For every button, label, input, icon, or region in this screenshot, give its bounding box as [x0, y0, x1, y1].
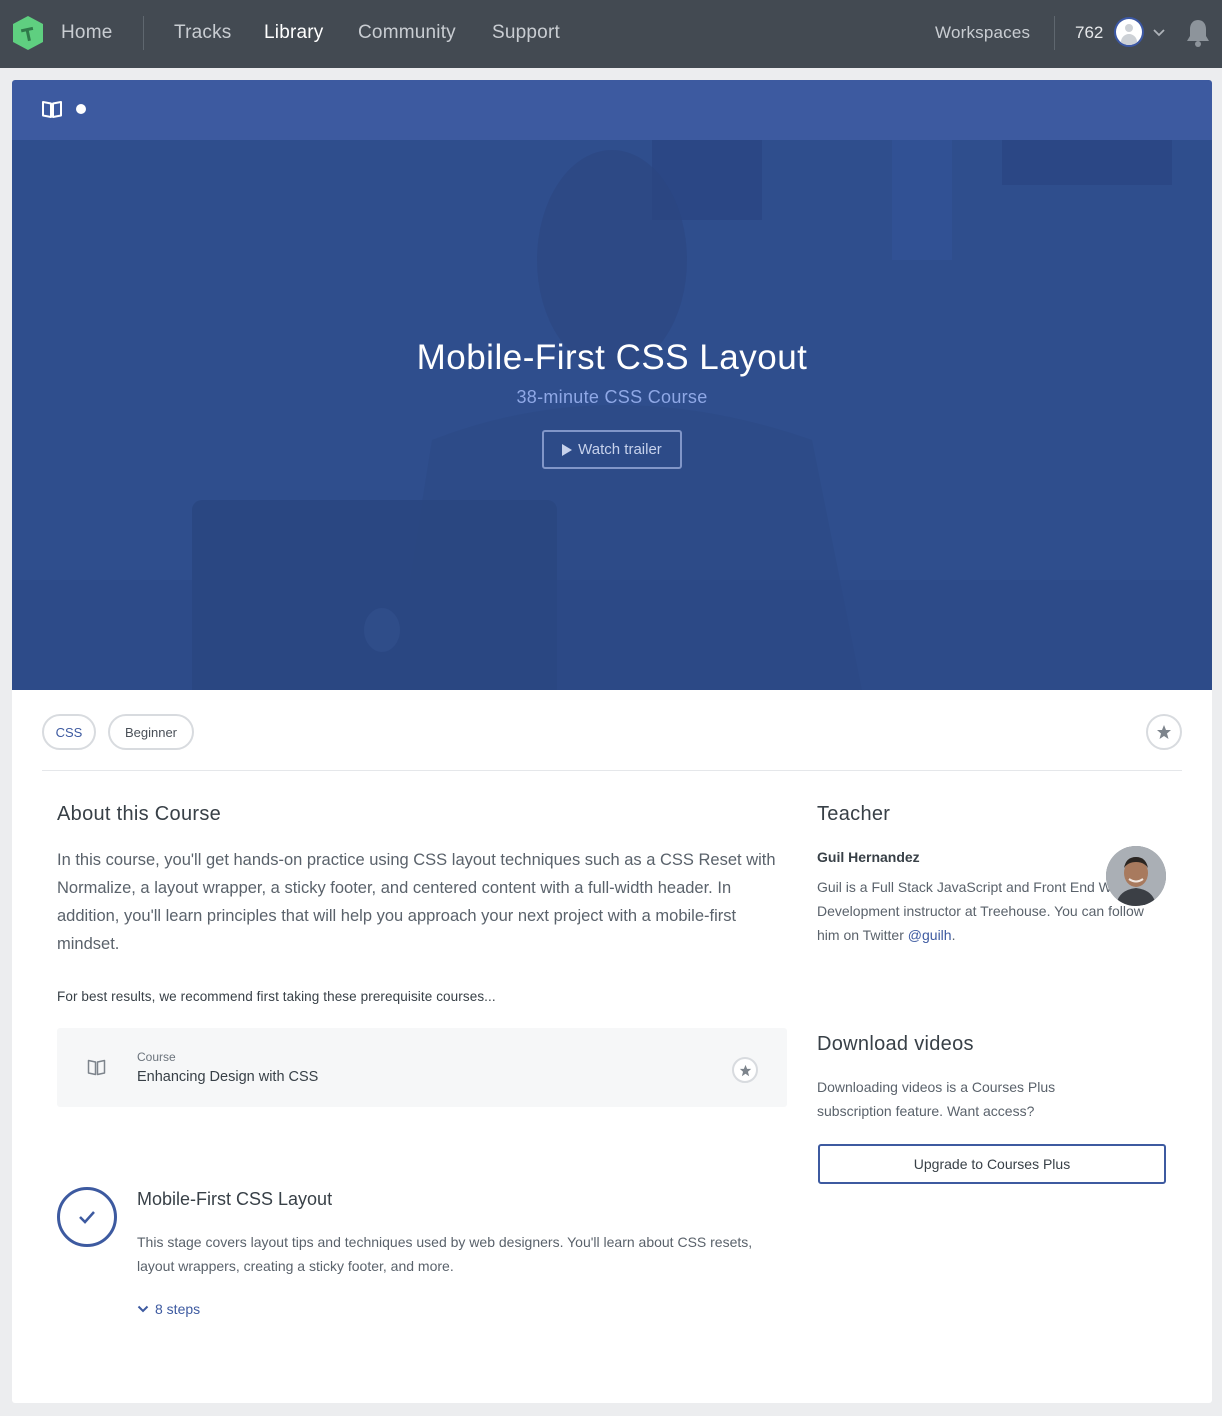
chevron-down-icon — [137, 1305, 149, 1313]
course-title: Mobile-First CSS Layout — [416, 338, 808, 377]
user-avatar-image — [1116, 19, 1142, 45]
hero-header-bar — [12, 80, 1212, 140]
nav-home-link[interactable]: Home — [61, 22, 112, 44]
prerequisite-type: Course — [137, 1050, 176, 1064]
nav-divider — [143, 16, 144, 50]
bell-icon[interactable] — [1185, 18, 1211, 48]
user-avatar[interactable] — [1114, 17, 1144, 47]
treehouse-logo-icon[interactable] — [12, 16, 44, 50]
nav-divider-right — [1054, 16, 1055, 50]
watch-trailer-button[interactable]: Watch trailer — [542, 430, 682, 469]
teacher-name: Guil Hernandez — [817, 849, 920, 865]
hero-banner: Mobile-First CSS Layout 38-minute CSS Co… — [12, 140, 1212, 690]
top-navigation: Home Tracks Library Community Support Wo… — [0, 0, 1222, 68]
teacher-bio-end: . — [951, 927, 956, 943]
download-text: Downloading videos is a Courses Plus sub… — [817, 1079, 1056, 1119]
stage-steps-label: 8 steps — [155, 1301, 201, 1317]
teacher-bio: Guil is a Full Stack JavaScript and Fron… — [817, 875, 1147, 947]
download-heading: Download videos — [817, 1033, 974, 1055]
course-subtitle: 38-minute CSS Course — [516, 387, 708, 407]
hero-background-image — [12, 140, 1212, 690]
favorite-prerequisite-button[interactable] — [732, 1057, 758, 1083]
nav-tracks-link[interactable]: Tracks — [174, 22, 232, 44]
nav-library-link[interactable]: Library — [264, 22, 323, 44]
tag-css[interactable]: CSS — [42, 714, 96, 750]
section-divider — [42, 770, 1182, 771]
prerequisite-title: Enhancing Design with CSS — [137, 1069, 319, 1085]
teacher-twitter-link[interactable]: @guilh — [908, 927, 952, 943]
star-icon — [1157, 725, 1171, 739]
tag-beginner[interactable]: Beginner — [108, 714, 194, 750]
favorite-course-button[interactable] — [1146, 714, 1182, 750]
teacher-heading: Teacher — [817, 803, 891, 825]
stage-description: This stage covers layout tips and techni… — [137, 1234, 753, 1274]
teacher-bio-text: Guil is a Full Stack JavaScript and Fron… — [817, 879, 1144, 943]
points-count: 762 — [1075, 23, 1104, 42]
star-icon — [739, 1064, 751, 1076]
check-icon — [79, 1211, 95, 1224]
teacher-photo — [1106, 846, 1166, 906]
stage-steps-toggle[interactable]: 8 steps — [137, 1301, 200, 1317]
teacher-avatar — [1106, 846, 1166, 906]
stage-completion-indicator — [57, 1187, 117, 1247]
about-heading: About this Course — [57, 803, 222, 825]
stage-title[interactable]: Mobile-First CSS Layout — [137, 1189, 332, 1210]
nav-workspaces-link[interactable]: Workspaces — [935, 23, 1030, 43]
about-text: In this course, you'll get hands-on prac… — [57, 851, 776, 953]
prerequisite-course-item[interactable]: Course Enhancing Design with CSS — [57, 1028, 787, 1107]
nav-support-link[interactable]: Support — [492, 22, 560, 44]
course-card: Mobile-First CSS Layout 38-minute CSS Co… — [12, 80, 1212, 1403]
nav-community-link[interactable]: Community — [358, 22, 456, 44]
progress-dot — [76, 104, 86, 114]
book-icon — [42, 101, 62, 118]
upgrade-button[interactable]: Upgrade to Courses Plus — [818, 1144, 1166, 1184]
book-icon — [87, 1059, 106, 1076]
watch-trailer-label: Watch trailer — [578, 441, 662, 458]
prerequisite-label: For best results, we recommend first tak… — [57, 989, 496, 1004]
chevron-down-icon[interactable] — [1152, 25, 1166, 39]
play-icon — [562, 443, 573, 456]
